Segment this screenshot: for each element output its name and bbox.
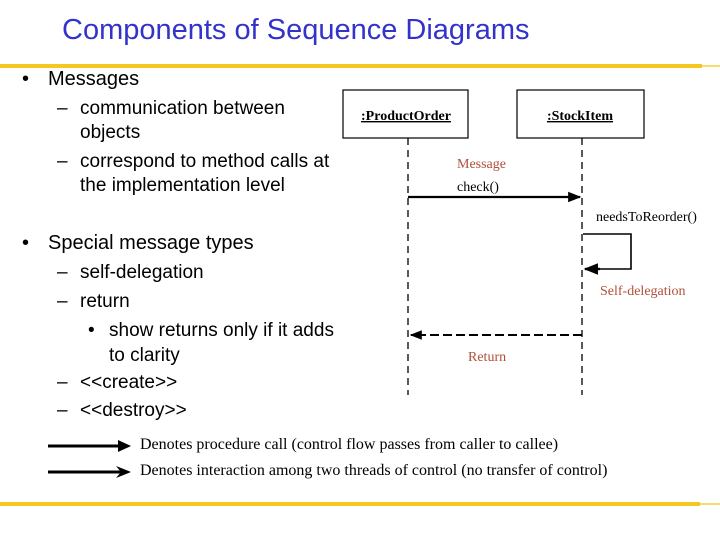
object-label: :StockItem: [547, 109, 613, 124]
annotation-message: Message: [457, 157, 506, 172]
object-stock-item: :StockItem: [516, 89, 645, 139]
sequence-diagram: :ProductOrder :StockItem Message check()…: [48, 89, 697, 478]
legend-arrowhead-filled-icon: [118, 440, 131, 452]
object-product-order: :ProductOrder: [342, 89, 469, 139]
legend-procedure-call-text: Denotes procedure call (control flow pas…: [140, 436, 559, 453]
annotation-return: Return: [468, 350, 506, 365]
object-label: :ProductOrder: [361, 109, 451, 124]
message-label-needs-to-reorder: needsToReorder(): [596, 210, 697, 225]
annotation-self-delegation: Self-delegation: [600, 284, 686, 299]
message-label-check: check(): [457, 180, 499, 195]
bottom-divider-fade: [700, 503, 720, 505]
legend-async-interaction-text: Denotes interaction among two threads of…: [140, 462, 608, 479]
self-delegation-loop: [583, 233, 632, 270]
bottom-divider: [0, 502, 700, 506]
